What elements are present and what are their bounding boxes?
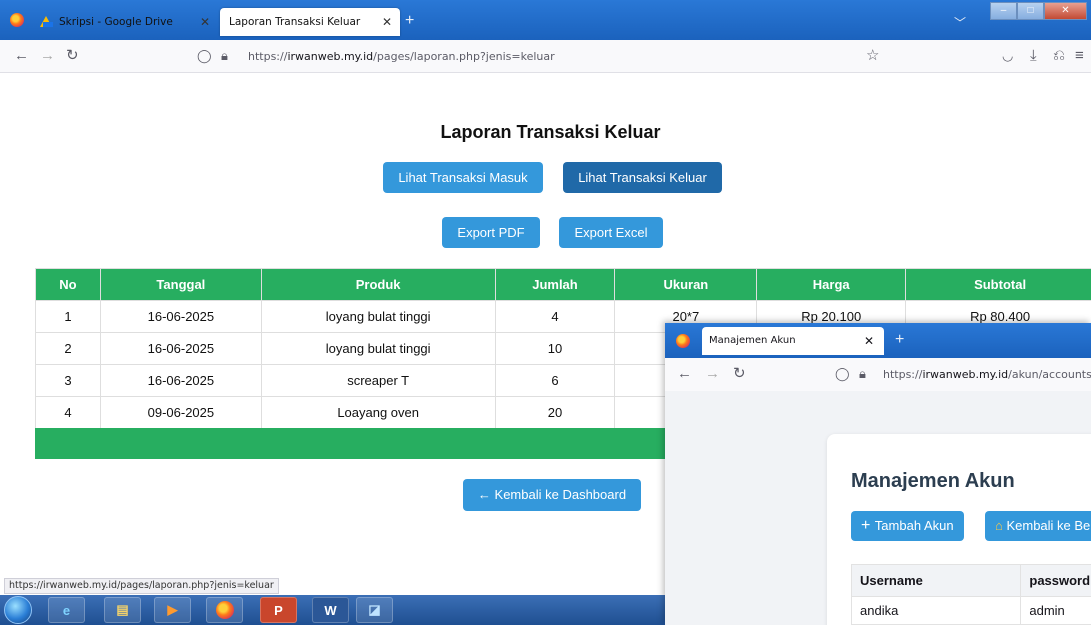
- view-incoming-button[interactable]: Lihat Transaksi Masuk: [383, 162, 543, 193]
- table-cell: andika: [850, 596, 1022, 625]
- close-icon[interactable]: ✕: [864, 327, 874, 355]
- view-outgoing-button[interactable]: Lihat Transaksi Keluar: [563, 162, 722, 193]
- column-header: Jumlah: [494, 268, 616, 301]
- table-cell: 20: [494, 396, 616, 429]
- column-header: Produk: [260, 268, 496, 301]
- table-cell: screaper T: [260, 364, 496, 397]
- table-cell: loyang bulat tinggi: [260, 300, 496, 333]
- table-cell: 2: [35, 332, 101, 365]
- forward-icon[interactable]: →: [40, 48, 55, 64]
- status-url-bar: https://irwanweb.my.id/pages/laporan.php…: [4, 578, 279, 594]
- column-header: Subtotal: [905, 268, 1091, 301]
- maximize-icon[interactable]: □: [1017, 2, 1044, 20]
- close-icon[interactable]: ✕: [382, 15, 392, 29]
- add-account-button[interactable]: + Tambah Akun: [851, 511, 964, 541]
- tab-laporan[interactable]: Laporan Transaksi Keluar ✕: [220, 8, 400, 36]
- app-icon[interactable]: ◪: [356, 597, 393, 623]
- tab-google-drive[interactable]: Skripsi - Google Drive ✕: [34, 8, 218, 36]
- reload-icon[interactable]: ↻: [733, 366, 746, 382]
- table-cell: 16-06-2025: [99, 300, 262, 333]
- back-icon[interactable]: ←: [677, 366, 692, 382]
- close-icon[interactable]: ✕: [200, 15, 210, 29]
- pocket-icon[interactable]: ◡: [1002, 48, 1013, 64]
- menu-icon[interactable]: ≡: [1075, 48, 1084, 64]
- start-button[interactable]: [4, 596, 32, 624]
- back-home-button[interactable]: ⌂ Kembali ke Be: [985, 511, 1091, 541]
- extensions-icon[interactable]: ⎌: [1053, 48, 1065, 64]
- forward-icon[interactable]: →: [705, 366, 720, 382]
- home-icon: ⌂: [995, 518, 1007, 533]
- window-controls: – □ ✕: [990, 2, 1087, 20]
- browser-navbar: ← → ↻ ◯ 🔒︎ https://irwanweb.my.id/akun/a…: [665, 358, 1091, 391]
- browser-tab-bar: Manajemen Akun ✕ +: [665, 323, 1091, 358]
- accounts-card: Manajemen Akun + Tambah Akun ⌂ Kembali k…: [827, 434, 1091, 625]
- page-body: Manajemen Akun + Tambah Akun ⌂ Kembali k…: [665, 391, 1091, 625]
- tab-title: Laporan Transaksi Keluar: [229, 16, 361, 28]
- browser-navbar: ← → ↻ ◯ 🔒︎ https://irwanweb.my.id/pages/…: [0, 40, 1091, 73]
- column-header: Harga: [756, 268, 907, 301]
- table-cell: 6: [494, 364, 616, 397]
- column-header: Ukuran: [614, 268, 758, 301]
- word-icon[interactable]: W: [312, 597, 349, 623]
- reload-icon[interactable]: ↻: [66, 48, 79, 64]
- column-header: No: [35, 268, 101, 301]
- table-cell: Loayang oven: [260, 396, 496, 429]
- close-window-icon[interactable]: ✕: [1044, 2, 1087, 20]
- column-header: Username: [850, 564, 1022, 597]
- table-row: andika admin: [850, 596, 1091, 625]
- chevron-down-icon[interactable]: ﹀: [954, 14, 966, 31]
- back-icon[interactable]: ←: [14, 48, 29, 64]
- shield-icon[interactable]: ◯: [835, 366, 850, 382]
- url-bar[interactable]: https://irwanweb.my.id/akun/accounts.p: [883, 368, 1091, 381]
- firefox-icon[interactable]: [206, 597, 243, 623]
- windows-taskbar: e ▤ ▶ P W ◪: [0, 595, 690, 625]
- shield-icon[interactable]: ◯: [197, 48, 212, 64]
- page-title: Laporan Transaksi Keluar: [440, 122, 661, 142]
- new-tab-icon[interactable]: +: [895, 331, 904, 349]
- table-cell: 16-06-2025: [99, 332, 262, 365]
- download-icon[interactable]: ⤓: [1030, 48, 1037, 64]
- table-header-row: Username password: [850, 564, 1091, 597]
- table-cell: 4: [35, 396, 101, 429]
- firefox-icon[interactable]: [676, 334, 690, 348]
- tab-manajemen-akun[interactable]: Manajemen Akun ✕: [702, 327, 884, 355]
- column-header: Tanggal: [99, 268, 262, 301]
- browser-tab-bar: Skripsi - Google Drive ✕ Laporan Transak…: [0, 0, 1091, 40]
- column-header: password: [1020, 564, 1091, 597]
- page-title: Manajemen Akun: [851, 470, 1015, 492]
- table-cell: 4: [494, 300, 616, 333]
- url-bar[interactable]: https://irwanweb.my.id/pages/laporan.php…: [248, 50, 555, 63]
- new-tab-icon[interactable]: +: [405, 12, 414, 30]
- accounts-table: Username password andika admin: [850, 564, 1091, 625]
- plus-icon: +: [861, 517, 875, 534]
- export-pdf-button[interactable]: Export PDF: [442, 217, 540, 248]
- ie-icon[interactable]: e: [48, 597, 85, 623]
- table-cell: loyang bulat tinggi: [260, 332, 496, 365]
- table-cell: 3: [35, 364, 101, 397]
- google-drive-icon: [40, 16, 53, 28]
- lock-icon[interactable]: 🔒︎: [859, 366, 866, 382]
- firefox-icon[interactable]: [10, 13, 24, 27]
- table-cell: 10: [494, 332, 616, 365]
- table-cell: admin: [1020, 596, 1091, 625]
- lock-icon[interactable]: 🔒︎: [221, 48, 228, 64]
- bookmark-star-icon[interactable]: ☆: [866, 48, 879, 64]
- table-cell: 1: [35, 300, 101, 333]
- tab-title: Skripsi - Google Drive: [59, 16, 173, 28]
- second-browser-window[interactable]: Manajemen Akun ✕ + ← → ↻ ◯ 🔒︎ https://ir…: [665, 323, 1091, 625]
- back-to-dashboard-button[interactable]: ← Kembali ke Dashboard: [463, 479, 641, 511]
- media-player-icon[interactable]: ▶: [154, 597, 191, 623]
- table-header-row: No Tanggal Produk Jumlah Ukuran Harga Su…: [35, 268, 1091, 301]
- table-cell: 09-06-2025: [99, 396, 262, 429]
- explorer-icon[interactable]: ▤: [104, 597, 141, 623]
- minimize-icon[interactable]: –: [990, 2, 1017, 20]
- export-excel-button[interactable]: Export Excel: [559, 217, 663, 248]
- table-cell: 16-06-2025: [99, 364, 262, 397]
- powerpoint-icon[interactable]: P: [260, 597, 297, 623]
- tab-title: Manajemen Akun: [709, 335, 796, 346]
